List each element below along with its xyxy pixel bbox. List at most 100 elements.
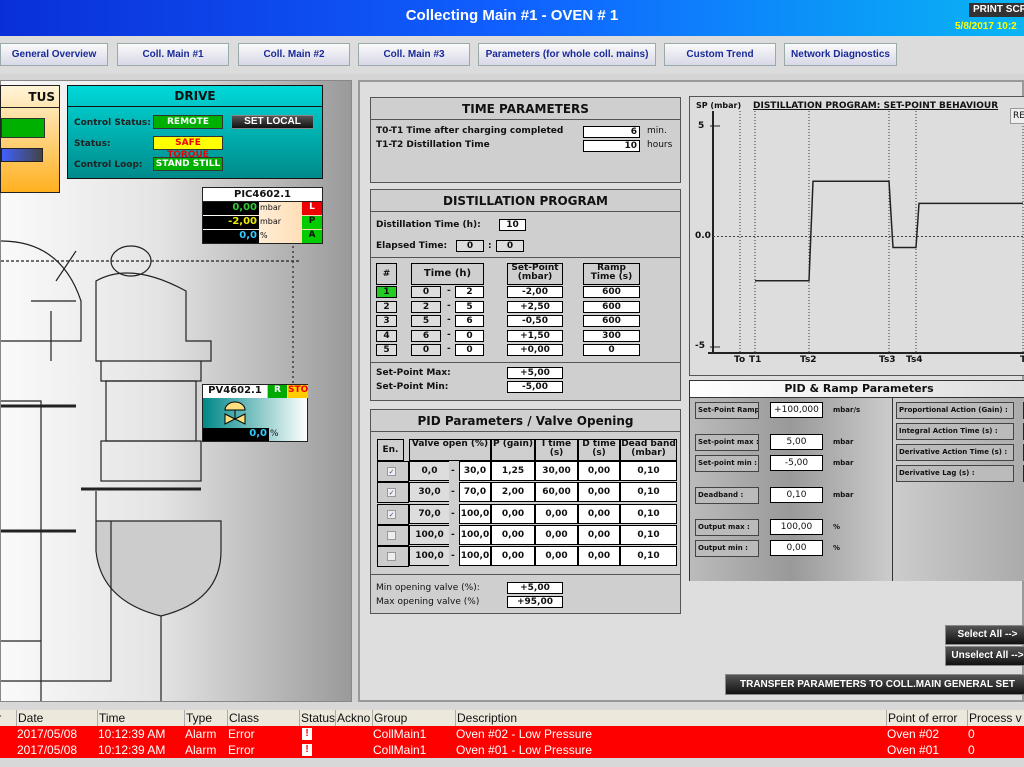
t0-t1-input[interactable]: 6	[583, 126, 640, 138]
nav-general-overview[interactable]: General Overview	[0, 43, 108, 66]
step-dash: -	[447, 329, 451, 340]
alarm-col-header[interactable]: Point of error	[886, 710, 957, 726]
set-local-button[interactable]: SET LOCAL	[231, 115, 314, 129]
pid-ramp-input[interactable]: 100,00	[770, 519, 823, 535]
valve-open-to[interactable]: 30,0	[459, 461, 491, 481]
pic-flag-l: L	[302, 202, 322, 215]
pid-ramp-label: Deadband :	[695, 487, 759, 504]
print-screen-button[interactable]: PRINT SCR	[969, 3, 1024, 17]
t1-t2-input[interactable]: 10	[583, 140, 640, 152]
alarm-row[interactable]: 2017/05/08 10:12:39 AM Alarm Error! CollMain…	[0, 726, 1024, 742]
nav-coll-main-3[interactable]: Coll. Main #3	[358, 43, 470, 66]
alarm-col-header[interactable]: Class	[227, 710, 259, 726]
alarm-col-header[interactable]: Description	[455, 710, 517, 726]
pid-enable-checkbox[interactable]: ✓	[387, 467, 396, 476]
step-time-to[interactable]: 6	[455, 315, 484, 327]
d-time[interactable]: 0,00	[578, 482, 620, 503]
p-gain[interactable]: 1,25	[491, 461, 535, 481]
nav-coll-main-2[interactable]: Coll. Main #2	[238, 43, 350, 66]
d-time[interactable]: 0,00	[578, 503, 620, 524]
p-gain[interactable]: 0,00	[491, 503, 535, 524]
step-time-to[interactable]: 0	[455, 329, 484, 342]
pid-ramp-unit: mbar	[833, 491, 854, 499]
pid-ramp-label: Output max :	[695, 519, 759, 536]
valve-open-to[interactable]: 70,0	[459, 482, 491, 503]
time-parameters-box: TIME PARAMETERS T0-T1 Time after chargin…	[370, 97, 681, 183]
valve-open-to[interactable]: 100,0	[459, 524, 491, 545]
i-time[interactable]: 60,00	[535, 482, 578, 503]
dead-band[interactable]: 0,10	[620, 503, 677, 524]
dead-band[interactable]: 0,10	[620, 546, 677, 567]
nav-parameters[interactable]: Parameters (for whole coll. mains)	[478, 43, 656, 66]
step-setpoint[interactable]: -2,00	[507, 286, 563, 298]
pid-ramp-input[interactable]: 0,00	[770, 540, 823, 556]
alarm-col-header[interactable]: Process v	[967, 710, 1022, 726]
dead-band[interactable]: 0,10	[620, 524, 677, 545]
step-time-to[interactable]: 2	[455, 286, 484, 298]
sp-max-input[interactable]: +5,00	[507, 367, 563, 379]
step-ramp-time[interactable]: 600	[583, 300, 640, 313]
control-loop-value: STAND STILL	[153, 157, 223, 171]
max-opening-input[interactable]: +95,00	[507, 596, 563, 608]
pid-enable-checkbox[interactable]: ✓	[387, 488, 396, 498]
step-setpoint[interactable]: +0,00	[507, 344, 563, 356]
pic-faceplate[interactable]: PIC4602.1 0,00 mbar -2,00 mbar 0,0 % L P…	[202, 187, 323, 244]
pid-ramp-input[interactable]: -5,00	[770, 455, 823, 471]
dead-band[interactable]: 0,10	[620, 482, 677, 503]
p-gain[interactable]: 0,00	[491, 524, 535, 545]
step-time-to[interactable]: 0	[455, 344, 484, 356]
step-ramp-time[interactable]: 0	[583, 344, 640, 356]
alarm-col-header[interactable]: Date	[16, 710, 43, 726]
alarm-col-header[interactable]: Group	[372, 710, 407, 726]
nav-coll-main-1[interactable]: Coll. Main #1	[117, 43, 229, 66]
pid-ramp-input[interactable]: 0,10	[770, 487, 823, 503]
pid-enable-checkbox[interactable]: ✓	[387, 509, 396, 519]
alarm-col-header[interactable]: Type	[184, 710, 212, 726]
unselect-all-button[interactable]: Unselect All -->	[945, 646, 1024, 666]
d-time[interactable]: 0,00	[578, 524, 620, 545]
i-time[interactable]: 0,00	[535, 546, 578, 567]
select-all-button[interactable]: Select All -->	[945, 625, 1024, 645]
d-time[interactable]: 0,00	[578, 461, 620, 481]
pid-enable-checkbox[interactable]	[387, 552, 396, 562]
step-time-to[interactable]: 5	[455, 300, 484, 313]
status-button[interactable]	[1, 148, 43, 162]
p-gain[interactable]: 0,00	[491, 546, 535, 567]
t0-t1-unit: min.	[647, 126, 667, 136]
nav-network-diagnostics[interactable]: Network Diagnostics	[784, 43, 897, 66]
i-time[interactable]: 0,00	[535, 524, 578, 545]
pid-enable-checkbox[interactable]	[387, 530, 396, 540]
pid-ramp-input[interactable]: 5,00	[770, 434, 823, 450]
alarm-col-header[interactable]: Ackno	[335, 710, 370, 726]
alarm-col-header[interactable]: Status	[299, 710, 335, 726]
alarm-col-header[interactable]: ber	[0, 710, 1, 726]
alarm-status-icon: !	[302, 744, 312, 756]
step-setpoint[interactable]: +1,50	[507, 329, 563, 342]
valve-open-to[interactable]: 100,0	[459, 546, 491, 567]
chart-reset-button[interactable]: RE	[1010, 108, 1024, 124]
elapsed-separator: :	[488, 241, 492, 251]
nav-custom-trend[interactable]: Custom Trend	[664, 43, 776, 66]
d-time[interactable]: 0,00	[578, 546, 620, 567]
step-setpoint[interactable]: +2,50	[507, 300, 563, 313]
i-time[interactable]: 30,00	[535, 461, 578, 481]
alarm-col-header[interactable]: Time	[97, 710, 125, 726]
col-ramp-time: Ramp Time (s)	[583, 263, 640, 285]
transfer-parameters-button[interactable]: TRANSFER PARAMETERS TO COLL.MAIN GENERAL…	[725, 674, 1024, 695]
sp-min-input[interactable]: -5,00	[507, 381, 563, 393]
p-gain[interactable]: 2,00	[491, 482, 535, 503]
alarm-row[interactable]: 2017/05/08 10:12:39 AM Alarm Error! CollMain…	[0, 742, 1024, 758]
step-ramp-time[interactable]: 600	[583, 286, 640, 298]
pid-ramp-input[interactable]: +100,000	[770, 402, 823, 418]
step-setpoint[interactable]: -0,50	[507, 315, 563, 327]
i-time[interactable]: 0,00	[535, 503, 578, 524]
distillation-time-input[interactable]: 10	[499, 219, 526, 231]
min-opening-input[interactable]: +5,00	[507, 582, 563, 594]
dead-band[interactable]: 0,10	[620, 461, 677, 481]
pid-enable-cell: ✓	[377, 482, 409, 504]
step-ramp-time[interactable]: 600	[583, 315, 640, 327]
pv-faceplate[interactable]: PV4602.1 R STO 0,0 %	[202, 384, 308, 442]
valve-open-to[interactable]: 100,0	[459, 503, 491, 524]
step-ramp-time[interactable]: 300	[583, 329, 640, 342]
pv-value: 0,0	[203, 428, 269, 441]
